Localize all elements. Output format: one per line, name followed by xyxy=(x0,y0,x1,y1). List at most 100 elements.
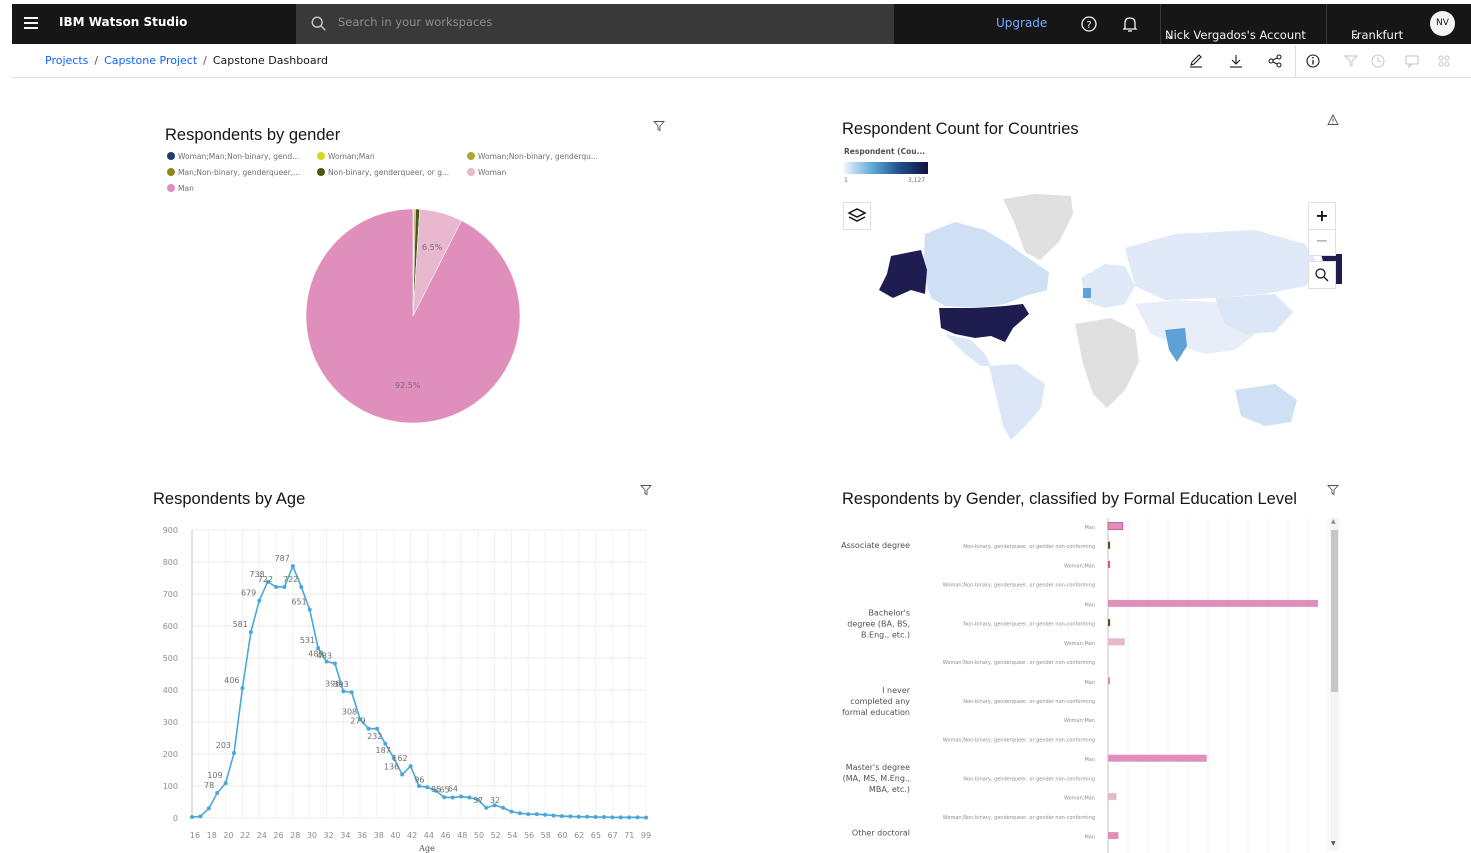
filter-panel-icon[interactable] xyxy=(1342,52,1360,70)
scroll-up-icon[interactable]: ▲ xyxy=(1331,518,1336,525)
app-name[interactable]: IBM Watson Studio xyxy=(59,15,187,29)
scrollbar[interactable]: ▲ ▼ xyxy=(1330,518,1339,851)
layers-button[interactable] xyxy=(843,202,871,230)
x-tick-label: 26 xyxy=(273,831,283,840)
bar xyxy=(1108,599,1318,607)
chevron-down-icon: ⌄ xyxy=(1165,28,1175,42)
data-label: 308 xyxy=(342,707,357,716)
row-label: Woman;Non-binary, genderqueer, or gender… xyxy=(943,660,1095,666)
data-label: 679 xyxy=(241,589,256,598)
group-label: degree (BA, BS, xyxy=(847,619,910,628)
data-label: 136 xyxy=(384,762,399,771)
widgets-icon[interactable] xyxy=(1435,52,1453,70)
legend-item[interactable]: Woman xyxy=(467,168,506,177)
data-point xyxy=(442,795,447,800)
x-tick-label: 24 xyxy=(257,831,267,840)
notification-icon[interactable] xyxy=(1120,14,1140,34)
scrollbar-thumb[interactable] xyxy=(1331,530,1338,692)
group-label: formal education xyxy=(842,708,910,717)
y-tick-label: 0 xyxy=(173,814,178,823)
comment-icon[interactable] xyxy=(1403,52,1421,70)
avatar[interactable]: NV xyxy=(1430,11,1455,36)
legend-item[interactable]: Woman;Non-binary, genderqu... xyxy=(467,152,598,161)
top-bar: IBM Watson Studio Upgrade ? Nick Vergado… xyxy=(0,0,1471,45)
history-icon[interactable] xyxy=(1369,52,1387,70)
bar xyxy=(1107,522,1124,530)
scroll-down-icon[interactable]: ▼ xyxy=(1331,840,1336,847)
row-label: Non-binary, genderqueer, or gender non-c… xyxy=(963,544,1095,550)
bar xyxy=(1108,832,1119,840)
search-bar[interactable] xyxy=(296,4,894,44)
download-icon[interactable] xyxy=(1227,52,1245,70)
legend-item[interactable]: Man xyxy=(167,184,194,193)
x-tick-label: 65 xyxy=(591,831,601,840)
x-axis-label: Age xyxy=(418,844,435,853)
breadcrumb-bar: Projects / Capstone Project / Capstone Dashb… xyxy=(12,45,1471,78)
bar xyxy=(1108,638,1125,646)
region-switcher[interactable]: Frankfurt ⌄ xyxy=(1326,4,1417,44)
menu-icon[interactable] xyxy=(24,17,38,31)
data-point xyxy=(417,784,421,788)
legend-item[interactable]: Non-binary, genderqueer, or g... xyxy=(317,168,449,177)
breadcrumb-separator: / xyxy=(94,54,99,67)
breadcrumb-projects[interactable]: Projects xyxy=(45,54,88,67)
data-point xyxy=(206,806,211,811)
data-point xyxy=(526,812,531,817)
data-point xyxy=(332,661,337,666)
data-point xyxy=(610,815,615,820)
world-map[interactable] xyxy=(835,194,1342,440)
row-label: Woman;Man xyxy=(1064,718,1095,724)
info-icon[interactable] xyxy=(1304,52,1322,70)
y-tick-label: 200 xyxy=(163,750,178,759)
row-label: Man xyxy=(1084,680,1095,686)
filter-icon[interactable] xyxy=(1327,484,1339,496)
data-label: 406 xyxy=(224,676,239,685)
legend-swatch xyxy=(467,152,475,160)
breadcrumb-current: Capstone Dashboard xyxy=(212,54,328,67)
legend-label: Man;Non-binary, genderqueer,... xyxy=(178,168,301,177)
pie-label-woman: 6.5% xyxy=(422,243,443,252)
filter-icon[interactable] xyxy=(640,484,652,496)
legend-item[interactable]: Man;Non-binary, genderqueer,... xyxy=(167,168,300,177)
legend-item[interactable]: Woman;Man;Non-binary, gend... xyxy=(167,152,299,161)
data-point xyxy=(232,751,237,756)
map-legend-title: Respondent (Cou... xyxy=(844,147,926,156)
map-search-button[interactable] xyxy=(1308,261,1336,289)
legend-swatch xyxy=(317,168,325,176)
filter-icon[interactable] xyxy=(653,120,665,132)
education-chart-title: Respondents by Gender, classified by For… xyxy=(842,490,1297,508)
breadcrumb: Projects / Capstone Project / Capstone Dashb… xyxy=(45,54,328,67)
x-tick-label: 42 xyxy=(407,831,417,840)
edit-icon[interactable] xyxy=(1187,52,1205,70)
y-tick-label: 900 xyxy=(163,526,178,535)
group-label: B.Eng., etc.) xyxy=(861,630,910,639)
x-tick-label: 60 xyxy=(557,831,567,840)
data-label: 279 xyxy=(350,717,365,726)
data-point xyxy=(307,607,312,612)
x-tick-label: 46 xyxy=(440,831,450,840)
legend-swatch xyxy=(167,168,175,176)
x-tick-label: 28 xyxy=(290,831,300,840)
search-input[interactable] xyxy=(336,14,860,30)
map-legend-min: 1 xyxy=(844,177,848,184)
zoom-in-icon[interactable]: + xyxy=(1309,203,1335,229)
warning-icon[interactable] xyxy=(1327,114,1339,126)
bar xyxy=(1108,793,1117,801)
legend-label: Woman;Man;Non-binary, gend... xyxy=(178,152,300,161)
data-label: 722 xyxy=(283,575,298,584)
data-point xyxy=(248,630,253,635)
legend-item[interactable]: Woman;Man xyxy=(317,152,375,161)
countries-map-title: Respondent Count for Countries xyxy=(842,120,1079,138)
data-point xyxy=(501,805,506,810)
pie-label-man: 92.5% xyxy=(395,381,421,390)
row-label: Woman;Non-binary, genderqueer, or gender… xyxy=(943,583,1095,589)
help-icon[interactable]: ? xyxy=(1079,14,1099,34)
account-switcher[interactable]: Nick Vergados's Account ⌄ xyxy=(1160,4,1321,44)
breadcrumb-capstone-project[interactable]: Capstone Project xyxy=(104,54,197,67)
data-label: 787 xyxy=(275,554,290,563)
x-tick-label: 62 xyxy=(574,831,584,840)
share-icon[interactable] xyxy=(1266,52,1284,70)
data-point xyxy=(534,812,539,817)
upgrade-link[interactable]: Upgrade xyxy=(996,16,1047,30)
zoom-out-icon[interactable]: − xyxy=(1309,229,1335,256)
